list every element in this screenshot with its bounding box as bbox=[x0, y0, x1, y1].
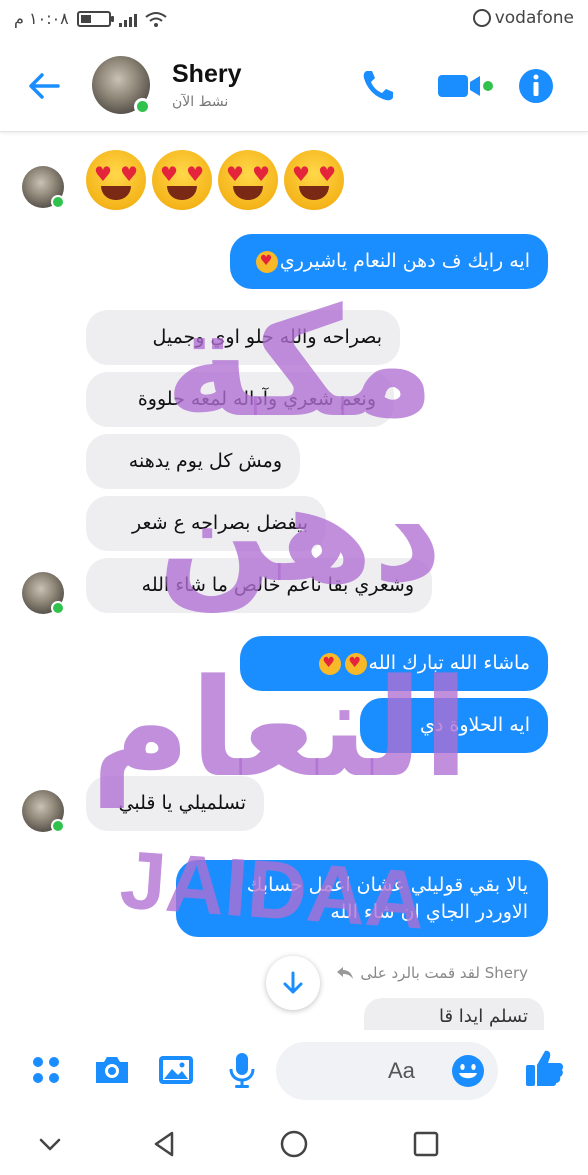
avatar[interactable] bbox=[92, 56, 151, 115]
message-text: وشعري بقا ناعم خالص ما شاء الله bbox=[141, 574, 414, 596]
carrier-name: vodafone bbox=[494, 8, 574, 28]
camera-icon[interactable] bbox=[92, 1050, 132, 1090]
message-input-placeholder: Aa bbox=[388, 1058, 415, 1083]
chevron-down-icon[interactable] bbox=[34, 1128, 66, 1160]
info-icon[interactable] bbox=[516, 66, 556, 106]
signal-icon bbox=[118, 11, 137, 27]
message-text: ايه رايك ف دهن النعام ياشيرري bbox=[279, 250, 530, 272]
message-bubble-outgoing[interactable]: ايه الحلاوة دي bbox=[360, 698, 548, 753]
message-bubble-outgoing[interactable]: يالا بقي قوليلي عشان اعمل حسابك الاوردر … bbox=[176, 860, 548, 938]
message-bubble-incoming[interactable]: بيفضل بصراحه ع شعر bbox=[86, 496, 326, 551]
apps-icon[interactable] bbox=[26, 1050, 66, 1090]
nav-recents-icon[interactable] bbox=[410, 1128, 442, 1160]
message-text: تسلميلي يا قلبي bbox=[118, 792, 246, 814]
message-text: ايه الحلاوة دي bbox=[420, 714, 530, 736]
status-left: ١٠:٠٨ م bbox=[14, 9, 167, 28]
reply-icon bbox=[337, 967, 354, 979]
status-right: vodafone bbox=[472, 8, 574, 28]
message-text: ماشاء الله تبارك الله bbox=[368, 652, 530, 674]
heart-eyes-emoji-icon: ♥ ♥ bbox=[152, 150, 212, 210]
back-arrow-icon[interactable] bbox=[24, 66, 64, 106]
online-indicator bbox=[51, 601, 65, 615]
smiling-hearts-emoji-icon bbox=[344, 652, 367, 675]
system-navigation-bar bbox=[0, 1112, 588, 1175]
scroll-down-icon bbox=[283, 971, 303, 994]
avatar bbox=[22, 572, 65, 615]
smiling-hearts-emoji-icon bbox=[255, 250, 278, 273]
chat-header: Shery نشط الآن bbox=[0, 40, 588, 132]
phone-icon[interactable] bbox=[358, 66, 398, 106]
mic-icon[interactable] bbox=[222, 1050, 262, 1090]
whatsapp-icon bbox=[472, 9, 491, 27]
message-bubble-outgoing[interactable]: ماشاء الله تبارك الله bbox=[240, 636, 548, 691]
message-text: بيفضل بصراحه ع شعر bbox=[132, 512, 308, 534]
scroll-down-button[interactable] bbox=[266, 956, 320, 1010]
reply-notice: Shery لقد قمت بالرد على bbox=[336, 964, 528, 982]
message-bubble-incoming[interactable]: وشعري بقا ناعم خالص ما شاء الله bbox=[86, 558, 432, 613]
reply-note-text: Shery لقد قمت بالرد على bbox=[360, 964, 528, 982]
nav-back-icon[interactable] bbox=[148, 1128, 180, 1160]
online-indicator bbox=[134, 98, 151, 115]
message-bubble-incoming[interactable]: تسلم ايدا قا bbox=[364, 998, 544, 1032]
clock: ١٠:٠٨ م bbox=[14, 9, 69, 28]
like-icon[interactable] bbox=[522, 1046, 566, 1090]
contact-name[interactable]: Shery bbox=[172, 60, 241, 89]
online-indicator bbox=[51, 195, 65, 209]
message-text: تسلم ايدا قا bbox=[439, 1006, 528, 1027]
gallery-icon[interactable] bbox=[156, 1050, 196, 1090]
video-icon[interactable] bbox=[436, 66, 496, 106]
composer: Aa bbox=[0, 1030, 588, 1112]
avatar bbox=[22, 166, 65, 209]
online-indicator bbox=[51, 819, 65, 833]
nav-home-icon[interactable] bbox=[278, 1128, 310, 1160]
message-bubble-outgoing[interactable]: ايه رايك ف دهن النعام ياشيرري bbox=[230, 234, 548, 289]
message-bubble-incoming[interactable]: ومش كل يوم يدهنه bbox=[86, 434, 300, 489]
wifi-icon bbox=[145, 11, 167, 27]
message-bubble-incoming[interactable]: تسلميلي يا قلبي bbox=[86, 776, 264, 831]
message-text: يالا بقي قوليلي عشان اعمل حسابك الاوردر … bbox=[246, 874, 528, 923]
battery-icon bbox=[76, 10, 114, 27]
message-bubble-incoming[interactable]: ونعم شعري وآداله لمعه حلووة bbox=[86, 372, 394, 427]
message-bubble-incoming[interactable]: بصراحه والله حلو اوي وجميل bbox=[86, 310, 400, 365]
message-text: ومش كل يوم يدهنه bbox=[128, 450, 282, 472]
heart-eyes-emoji-icon: ♥ ♥ bbox=[284, 150, 344, 210]
smiling-hearts-emoji-icon bbox=[318, 652, 341, 675]
heart-eyes-emoji-icon: ♥ ♥ bbox=[218, 150, 278, 210]
message-input[interactable]: Aa bbox=[276, 1042, 498, 1100]
avatar bbox=[22, 790, 65, 833]
active-status: نشط الآن bbox=[172, 94, 229, 110]
heart-eyes-emoji-icon: ♥ ♥ bbox=[86, 150, 146, 210]
heart-eyes-emoji-message[interactable]: ♥ ♥ ♥ ♥ ♥ ♥ ♥ ♥ bbox=[86, 150, 344, 210]
message-text: بصراحه والله حلو اوي وجميل bbox=[152, 326, 382, 348]
status-bar: ١٠:٠٨ م vodafone bbox=[0, 0, 588, 40]
emoji-icon[interactable] bbox=[450, 1053, 486, 1089]
message-text: ونعم شعري وآداله لمعه حلووة bbox=[137, 388, 376, 410]
